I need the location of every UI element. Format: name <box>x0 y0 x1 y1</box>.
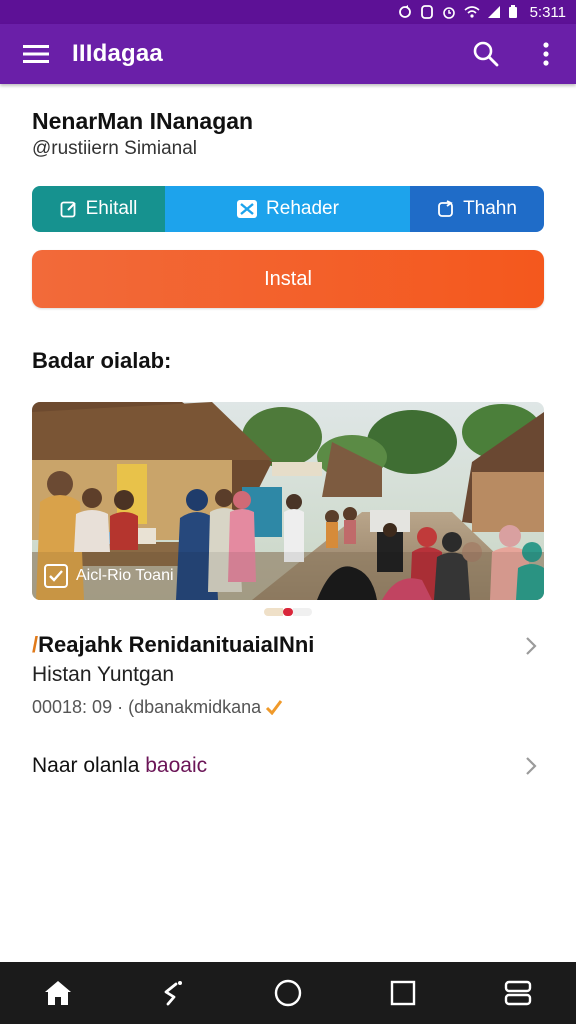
chevron-right-icon <box>526 757 537 775</box>
back-button[interactable] <box>143 963 203 1023</box>
chevron-right-icon <box>526 637 537 655</box>
switch-apps-button[interactable] <box>488 963 548 1023</box>
app-bar: IIIdagaa <box>0 24 576 84</box>
section-heading: Badar oialab: <box>32 348 172 373</box>
switch-icon <box>505 980 532 1006</box>
photo-caption-row: Aicl-Rio Toani <box>44 564 174 588</box>
home-circle-button[interactable] <box>258 963 318 1023</box>
segment-reader-label: Rehader <box>266 198 339 219</box>
list-item-title: /Reajahk RenidanituaiaINni <box>32 632 315 657</box>
app-title: IIIdagaa <box>72 40 163 67</box>
segment-edit[interactable]: Ehitall <box>32 186 165 232</box>
more-options-button[interactable] <box>516 24 576 84</box>
status-bar: 5:311 <box>0 0 576 24</box>
menu-icon <box>23 45 49 63</box>
search-button[interactable] <box>456 24 516 84</box>
check-icon <box>49 570 63 582</box>
list-item[interactable]: /Reajahk RenidanituaiaINni Histan Yuntga… <box>32 630 544 724</box>
search-icon <box>473 41 499 67</box>
more-vert-icon <box>543 42 549 66</box>
circle-icon <box>274 979 302 1007</box>
notification-icon <box>420 5 434 19</box>
list-item-title: Naar olanla baoaic <box>32 754 208 777</box>
segment-edit-label: Ehitall <box>85 198 138 219</box>
profile-name: NenarMan INanagan <box>32 108 254 134</box>
segment-reader[interactable]: Rehader <box>165 186 410 232</box>
refresh-icon <box>438 200 453 217</box>
photo-checkbox[interactable] <box>44 564 68 588</box>
battery-icon <box>508 5 522 19</box>
home-icon <box>44 981 71 1005</box>
system-nav-bar <box>0 962 576 1024</box>
list-item-meta: 00018: 09 · (dbanakmidkana <box>32 690 544 724</box>
sync-icon <box>398 5 412 19</box>
home-button[interactable] <box>28 963 88 1023</box>
edit-icon <box>60 201 76 218</box>
back-arrow-icon <box>164 981 182 1006</box>
carousel-indicator <box>264 608 312 616</box>
list-item-subtitle: Histan Yuntgan <box>32 663 175 686</box>
menu-button[interactable] <box>0 24 72 84</box>
market-photo[interactable]: Aicl-Rio Toani <box>32 402 544 600</box>
signal-icon <box>486 5 500 19</box>
wifi-icon <box>464 5 480 19</box>
profile-handle: @rustiiern Simianal <box>32 138 198 159</box>
check-icon <box>266 700 283 715</box>
list-item[interactable]: Naar olanla baoaic <box>32 754 544 778</box>
segmented-control: Ehitall Rehader Thahn <box>32 186 544 232</box>
close-box-icon <box>237 200 258 218</box>
square-icon <box>390 980 416 1006</box>
segment-thahn-label: Thahn <box>463 198 517 219</box>
install-button[interactable]: Instal <box>32 250 544 308</box>
recents-button[interactable] <box>373 963 433 1023</box>
alarm-icon <box>442 5 456 19</box>
status-time: 5:311 <box>529 3 566 21</box>
photo-caption: Aicl-Rio Toani <box>76 567 174 584</box>
segment-thahn[interactable]: Thahn <box>410 186 544 232</box>
main-content: NenarMan INanagan @rustiiern Simianal Eh… <box>32 100 544 778</box>
